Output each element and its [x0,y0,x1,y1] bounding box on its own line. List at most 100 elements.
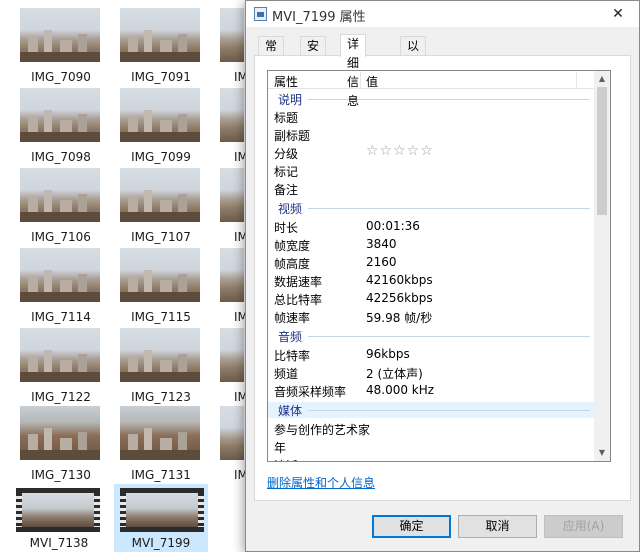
property-row[interactable]: 比特率 96kbps [268,346,596,364]
rating-stars[interactable]: ☆☆☆☆☆ [366,143,434,159]
close-button[interactable]: ✕ [603,3,633,25]
file-name: IMG_7115 [131,310,191,324]
file-tile[interactable]: IMG_7122 [18,328,114,408]
property-value: 48.000 kHz [366,383,435,397]
group-description[interactable]: 说明 [268,91,596,107]
file-tile[interactable]: IMG_7090 [18,8,114,88]
property-name: 数据速率 [274,275,323,289]
property-name: 帧速率 [274,311,311,325]
file-name: MVI_7199 [131,536,191,550]
property-name: 总比特率 [274,293,323,307]
title-bar[interactable]: MVI_7199 属性 ✕ [246,1,639,27]
cancel-button[interactable]: 取消 [458,515,537,538]
property-name: 帧高度 [274,257,311,271]
image-thumbnail [20,168,100,222]
property-list[interactable]: 属性 值 说明 标题 副标题 分级 ☆☆☆☆☆ 标记 备注 视频 时长 00:0… [267,70,611,462]
group-divider [308,208,590,209]
property-row[interactable]: 数据速率 42160kbps [268,272,596,290]
property-row[interactable]: 频道 2 (立体声) [268,364,596,382]
hidden-thumbnail [220,8,244,62]
file-tile[interactable]: IMG_7099 [118,88,214,168]
property-value: 59.98 帧/秒 [366,311,433,325]
property-name: 频道 [274,367,299,381]
file-name: IMG_7091 [131,70,191,84]
column-divider[interactable] [360,72,361,88]
property-name: 比特率 [274,349,311,363]
property-name: 音频采样频率 [274,385,347,399]
property-row[interactable]: 分级 ☆☆☆☆☆ [268,143,596,162]
tab-previous-versions[interactable]: 以前的版本 [400,36,427,129]
image-thumbnail [120,406,200,460]
image-thumbnail [20,328,100,382]
tab-general[interactable]: 常规 [258,36,285,72]
hidden-thumbnail [220,168,244,222]
scroll-up-icon[interactable]: ▲ [594,71,610,87]
property-row[interactable]: 标题 [268,108,596,126]
properties-dialog: MVI_7199 属性 ✕ 常规 安全 详细信息 以前的版本 属性 值 说明 标… [245,0,640,552]
property-row[interactable]: 帧宽度 3840 [268,236,596,254]
property-value: 2 (立体声) [366,367,423,381]
remove-properties-link[interactable]: 删除属性和个人信息 [267,474,375,491]
video-thumbnail [16,488,100,532]
property-row[interactable]: 备注 [268,180,596,198]
scrollbar-thumb[interactable] [597,87,607,215]
property-row[interactable]: 总比特率 42256kbps [268,290,596,308]
apply-button[interactable]: 应用(A) [544,515,623,538]
group-media[interactable]: 媒体 [268,402,596,418]
hidden-thumbnail [220,328,244,382]
property-row[interactable]: 副标题 [268,126,596,144]
property-row[interactable]: 时长 00:01:36 [268,218,596,236]
column-divider[interactable] [576,72,577,88]
file-tile[interactable]: IMG_7091 [118,8,214,88]
file-name: IMG_7099 [131,150,191,164]
property-row[interactable]: 音频采样频率 48.000 kHz [268,382,596,400]
tab-details[interactable]: 详细信息 [340,34,367,108]
tab-security[interactable]: 安全 [300,36,327,72]
image-thumbnail [120,168,200,222]
group-divider [308,336,590,337]
file-name: IMG_7130 [31,468,91,482]
property-row[interactable]: 参与创作的艺术家 [268,420,596,438]
file-tile[interactable]: IMG_7130 [18,406,114,486]
ok-button[interactable]: 确定 [372,515,451,538]
group-audio[interactable]: 音频 [268,328,596,344]
property-name: 参与创作的艺术家 [274,423,371,437]
file-name: IMG_7090 [31,70,91,84]
file-name: IMG_7114 [31,310,91,324]
file-tile[interactable]: IMG_7107 [118,168,214,248]
scroll-down-icon[interactable]: ▼ [594,445,610,461]
vertical-scrollbar[interactable]: ▲ ▼ [594,71,610,461]
group-label: 视频 [278,202,303,216]
file-tile[interactable]: IMG_7106 [18,168,114,248]
video-file-tile[interactable]: MVI_7138 [16,484,112,552]
property-row[interactable]: 流派 [268,456,596,461]
list-header: 属性 值 [268,71,596,89]
property-row[interactable]: 标记 [268,162,596,180]
group-video[interactable]: 视频 [268,200,596,216]
file-name: IMG_7122 [31,390,91,404]
image-thumbnail [120,328,200,382]
image-thumbnail [20,406,100,460]
image-thumbnail [120,88,200,142]
file-tile[interactable]: IMG_7131 [118,406,214,486]
property-row[interactable]: 年 [268,438,596,456]
video-thumbnail [120,488,204,532]
video-file-icon [254,7,267,21]
file-tile[interactable]: IMG_7123 [118,328,214,408]
video-file-tile-selected[interactable]: MVI_7199 [114,484,208,552]
property-row[interactable]: 帧速率 59.98 帧/秒 [268,308,596,326]
column-header-value[interactable]: 值 [366,73,378,90]
column-header-name[interactable]: 属性 [274,73,298,90]
property-row[interactable]: 帧高度 2160 [268,254,596,272]
file-name: IMG_7107 [131,230,191,244]
file-tile[interactable]: IMG_7098 [18,88,114,168]
file-tile[interactable]: IMG_7115 [118,248,214,328]
hidden-thumbnail [220,248,244,302]
property-name: 流派 [274,457,298,461]
property-name: 时长 [274,221,299,235]
file-name: IMG_7098 [31,150,91,164]
file-name: MVI_7138 [29,536,89,550]
file-tile[interactable]: IMG_7114 [18,248,114,328]
hidden-thumbnail [220,88,244,142]
property-value: 42160kbps [366,273,433,287]
